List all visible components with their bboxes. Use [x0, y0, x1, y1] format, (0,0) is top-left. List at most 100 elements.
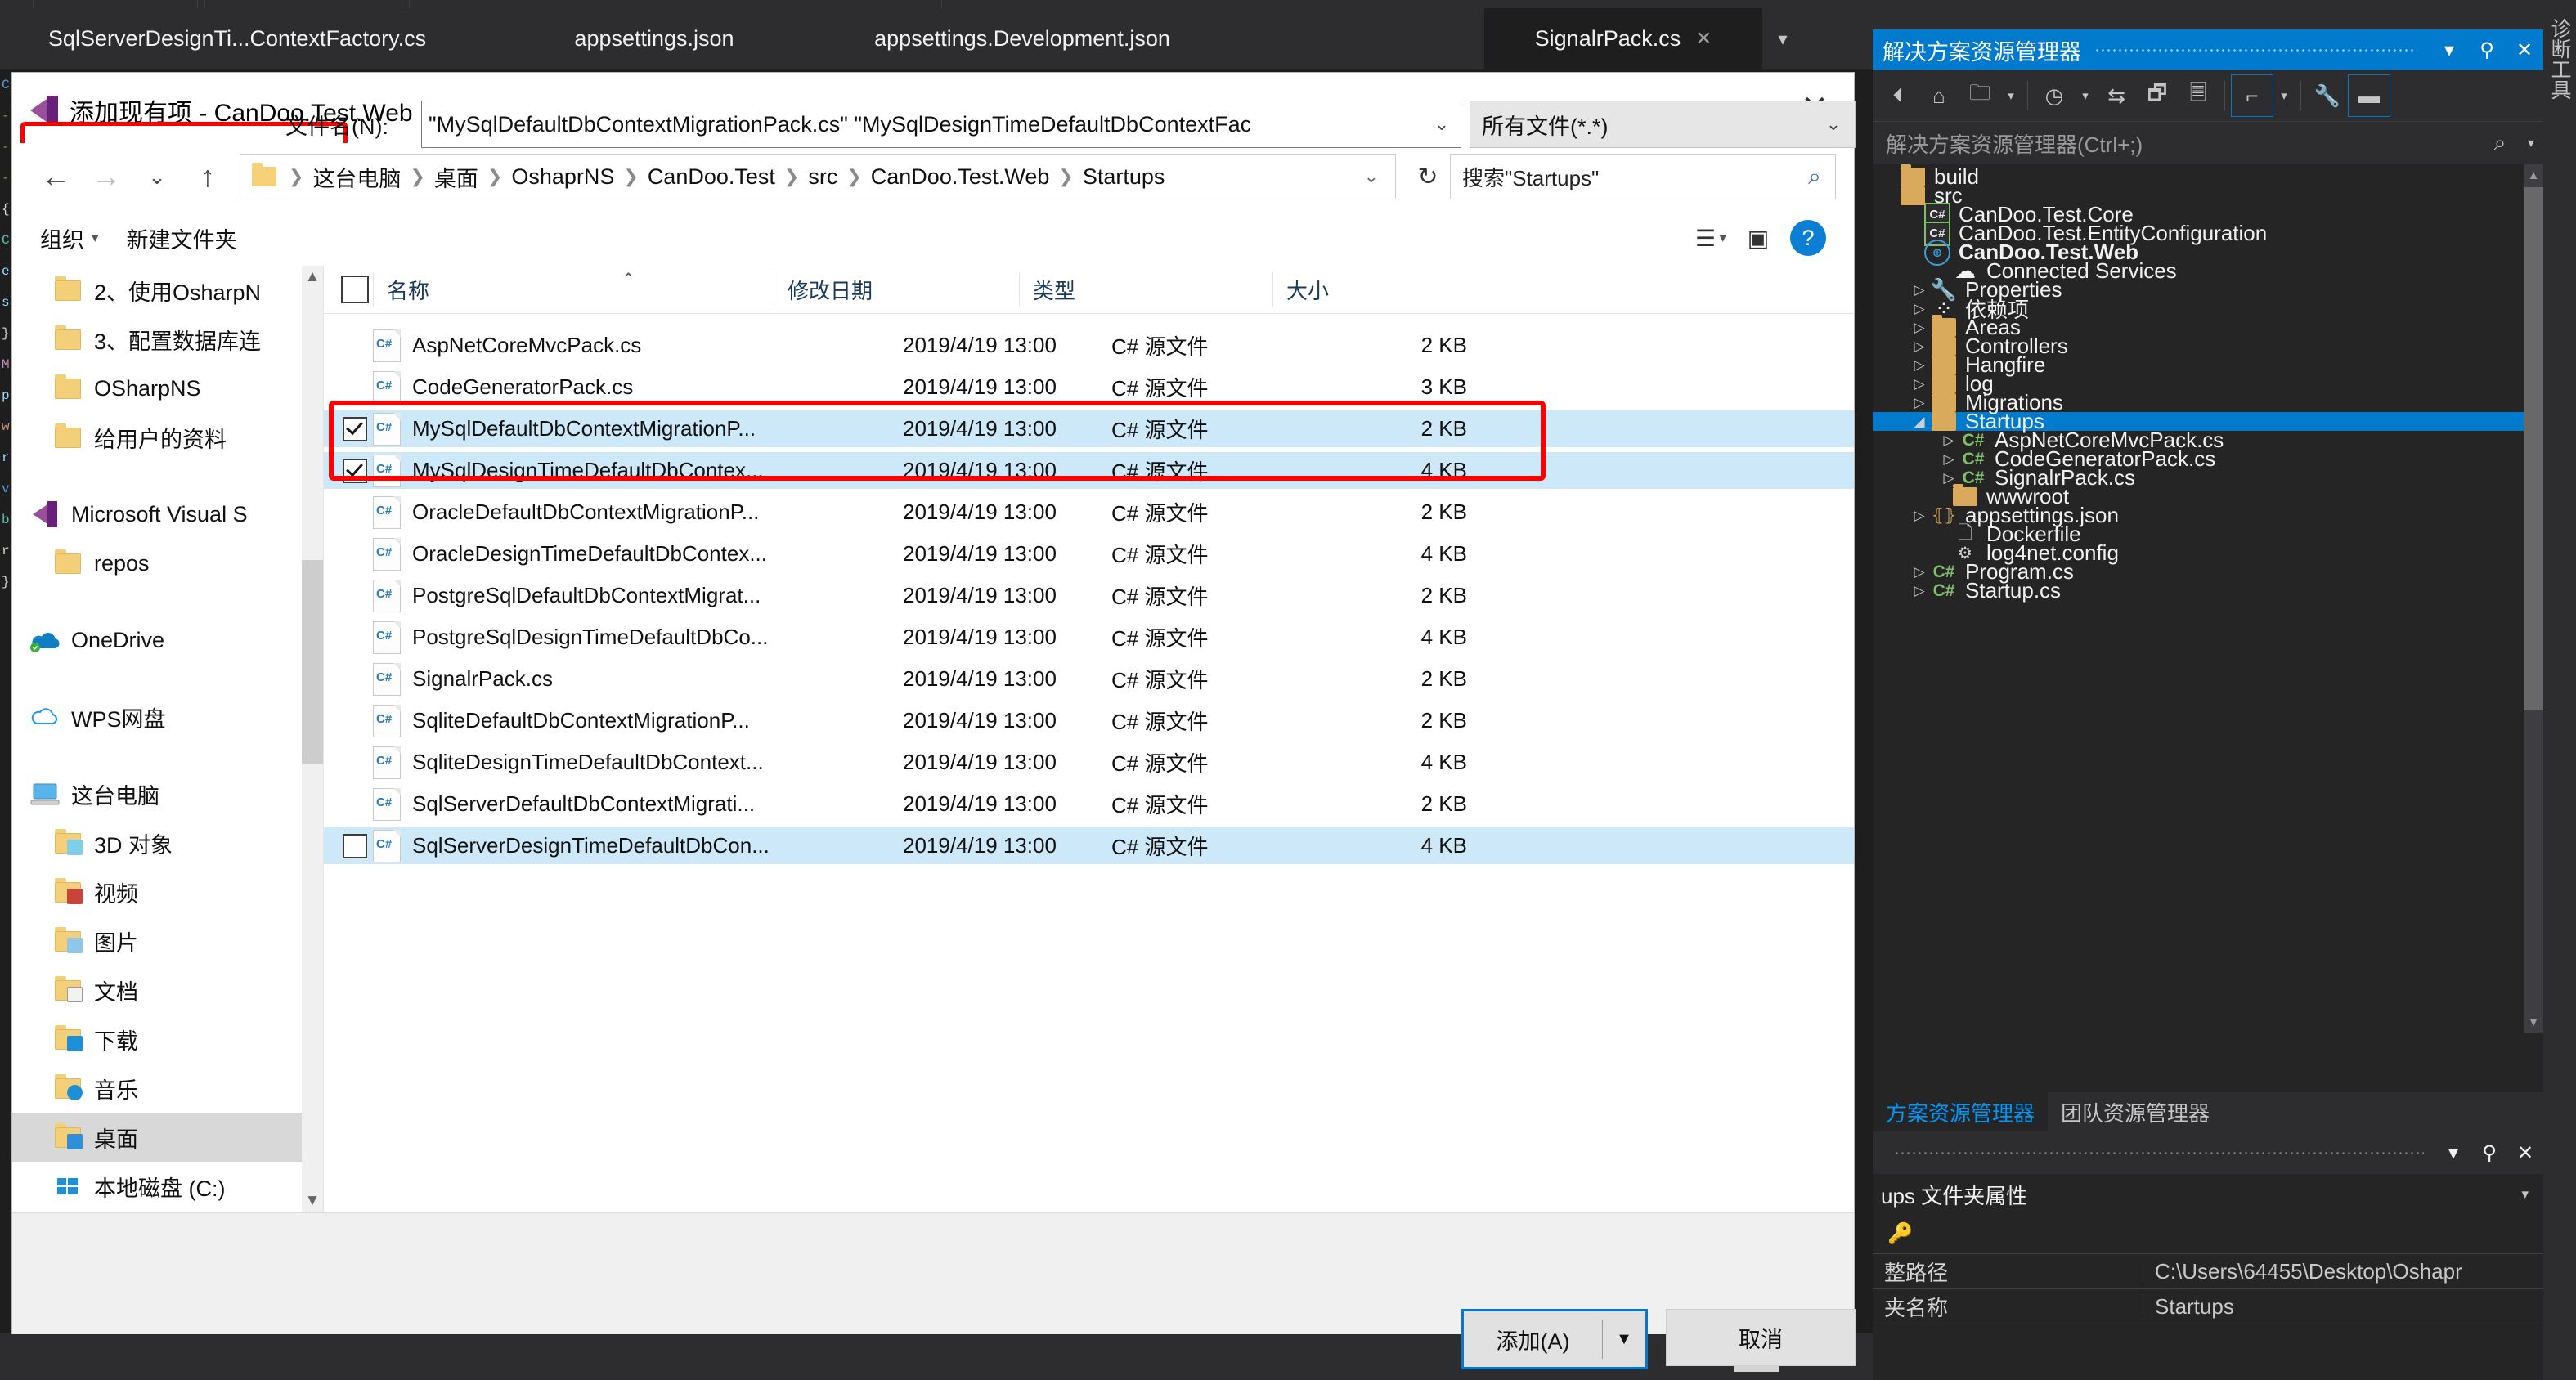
help-button[interactable]: ? [1790, 220, 1826, 256]
table-row[interactable]: SqlServerDesignTimeDefaultDbCon... 2019/… [324, 827, 1854, 864]
table-row[interactable]: OracleDefaultDbContextMigrationP... 2019… [324, 494, 1854, 531]
diagnostic-tools-rail[interactable]: 诊断工具 [2543, 0, 2576, 1380]
recent-locations-button[interactable]: ⌄ [132, 151, 182, 202]
table-row[interactable]: PostgreSqlDesignTimeDefaultDbCo... 2019/… [324, 619, 1854, 656]
chevron-down-icon[interactable]: ▾ [2519, 135, 2543, 151]
property-row[interactable]: 整路径 C:\Users\64455\Desktop\Oshapr [1873, 1254, 2543, 1289]
tab-team-explorer[interactable]: 团队资源管理器 [2048, 1092, 2223, 1131]
chevron-down-icon[interactable]: ▾ [2521, 1186, 2543, 1203]
place-item[interactable]: 2、使用OsharpN [12, 266, 323, 315]
window-menu-icon[interactable]: ▾ [2435, 1141, 2471, 1165]
table-row[interactable]: PostgreSqlDefaultDbContextMigrat... 2019… [324, 577, 1854, 614]
sync-with-active-document-icon[interactable]: ⇆ [2096, 75, 2137, 116]
table-row[interactable]: MySqlDesignTimeDefaultDbContex... 2019/4… [324, 452, 1854, 489]
place-item-this-pc[interactable]: 这台电脑 [12, 769, 323, 818]
tab-solution-explorer[interactable]: 方案资源管理器 [1873, 1092, 2049, 1131]
solution-explorer-search[interactable]: 解决方案资源管理器(Ctrl+;) ⌕ ▾ [1873, 121, 2543, 164]
navigation-pane-scrollbar[interactable]: ▲ ▼ [302, 266, 323, 1212]
breadcrumb-item-6[interactable]: Startups [1081, 164, 1167, 190]
chevron-down-icon[interactable]: ▾ [2075, 75, 2096, 116]
editor-tab-0[interactable]: SqlServerDesignTi...ContextFactory.cs [25, 8, 450, 69]
place-item-documents[interactable]: 文档 [12, 966, 323, 1015]
up-button[interactable]: ↑ [182, 151, 233, 202]
filename-input[interactable]: "MySqlDefaultDbContextMigrationPack.cs" … [421, 101, 1461, 148]
scroll-down-icon[interactable]: ▼ [302, 1190, 323, 1212]
expander-icon[interactable]: ▷ [1909, 320, 1930, 336]
chevron-down-icon[interactable]: ▾ [2000, 75, 2022, 116]
expander-icon[interactable]: ▷ [1909, 564, 1930, 580]
place-item-onedrive[interactable]: OneDrive [12, 616, 323, 665]
chevron-down-icon[interactable]: ▾ [1719, 230, 1726, 246]
expander-icon[interactable]: ▷ [1909, 301, 1930, 317]
row-checkbox[interactable] [337, 416, 373, 441]
expander-icon[interactable]: ▷ [1909, 357, 1930, 374]
file-type-filter-select[interactable]: 所有文件(*.*) ⌄ [1470, 101, 1856, 148]
drag-handle[interactable] [1894, 1150, 2424, 1155]
properties-icon[interactable]: 🔧 [2307, 75, 2348, 116]
breadcrumb-item-2[interactable]: OshaprNS [509, 164, 616, 190]
chevron-down-icon[interactable]: ▾ [92, 230, 99, 246]
show-all-files-icon[interactable]: ⌐ [2231, 74, 2273, 117]
pending-changes-icon[interactable]: ◷ [2034, 75, 2075, 116]
breadcrumb-dropdown-icon[interactable]: ⌄ [1348, 166, 1395, 187]
select-all-checkbox[interactable] [337, 273, 373, 306]
expander-icon[interactable]: ▷ [1909, 282, 1930, 298]
chevron-down-icon[interactable]: ⌄ [1423, 114, 1461, 135]
column-header-type[interactable]: 类型 [1019, 272, 1272, 307]
tree-item-startup-cs[interactable]: ▷ C# Startup.cs [1873, 578, 2543, 603]
editor-tab-2[interactable]: appsettings.Development.json [810, 8, 1235, 69]
expander-icon[interactable]: ◢ [1909, 414, 1930, 430]
expander-icon[interactable]: ▷ [1909, 376, 1930, 392]
tab-overflow-chevron-down-icon[interactable]: ▾ [1758, 8, 1807, 69]
table-row[interactable]: CodeGeneratorPack.cs 2019/4/19 13:00 C# … [324, 369, 1854, 405]
tree-item-dockerfile[interactable]: 🗋 Dockerfile [1873, 522, 2543, 546]
scroll-up-icon[interactable]: ▲ [302, 266, 323, 289]
editor-tab-1[interactable]: appsettings.json [540, 8, 769, 69]
chevron-down-icon[interactable]: ▼ [1603, 1330, 1645, 1349]
place-item-3d-objects[interactable]: 3D 对象 [12, 818, 323, 867]
place-item-visual-studio[interactable]: Microsoft Visual S [12, 490, 323, 539]
expander-icon[interactable]: ▷ [1909, 583, 1930, 599]
table-row[interactable]: MySqlDefaultDbContextMigrationP... 2019/… [324, 410, 1854, 447]
place-item[interactable]: 3、配置数据库连 [12, 315, 323, 364]
search-input[interactable]: 搜索"Startups" ⌕ [1450, 154, 1836, 199]
expander-icon[interactable]: ▷ [1938, 432, 1959, 449]
expander-icon[interactable]: ▷ [1909, 508, 1930, 524]
row-checkbox[interactable] [337, 458, 373, 483]
new-folder-view-icon[interactable]: 🗀 [1959, 75, 2000, 116]
property-row[interactable]: 夹名称 Startups [1873, 1289, 2543, 1324]
refresh-button[interactable]: ↻ [1406, 155, 1450, 199]
home-icon[interactable]: ⌂ [1919, 75, 1959, 116]
row-checkbox[interactable] [337, 833, 373, 858]
back-icon[interactable]: ⏴ [1878, 75, 1919, 116]
expander-icon[interactable]: ▷ [1909, 395, 1930, 411]
chevron-down-icon[interactable]: ▾ [2273, 75, 2295, 116]
breadcrumb-item-5[interactable]: CanDoo.Test.Web [869, 164, 1052, 190]
add-button[interactable]: 添加(A) ▼ [1461, 1309, 1648, 1369]
tree-item-build[interactable]: build [1873, 164, 2543, 189]
tree-item-wwwroot[interactable]: wwwroot [1873, 484, 2543, 509]
breadcrumb-item-0[interactable]: 这台电脑 [311, 161, 402, 193]
place-item-desktop[interactable]: 桌面 [12, 1113, 323, 1162]
cancel-button[interactable]: 取消 [1666, 1309, 1856, 1366]
place-item[interactable]: OSharpNS [12, 364, 323, 413]
place-item-videos[interactable]: 视频 [12, 867, 323, 916]
table-row[interactable]: SqliteDesignTimeDefaultDbContext... 2019… [324, 744, 1854, 781]
place-item-wps-cloud[interactable]: WPS网盘 [12, 692, 323, 742]
place-item-pictures[interactable]: 图片 [12, 916, 323, 966]
breadcrumb-item-4[interactable]: src [806, 164, 839, 190]
column-header-date[interactable]: 修改日期 [774, 272, 1019, 307]
solution-tree-scrollbar[interactable]: ▲ ▼ [2524, 164, 2543, 1033]
table-row[interactable]: SignalrPack.cs 2019/4/19 13:00 C# 源文件 2 … [324, 661, 1854, 697]
expander-icon[interactable]: ▷ [1909, 338, 1930, 355]
forward-button[interactable]: → [81, 151, 132, 202]
scroll-down-icon[interactable]: ▼ [2524, 1011, 2543, 1033]
column-header-name[interactable]: 名称 [373, 272, 774, 307]
organize-button[interactable]: 组织 [40, 222, 84, 254]
breadcrumb[interactable]: ❯ 这台电脑 ❯ 桌面 ❯ OshaprNS ❯ CanDoo.Test ❯ s… [240, 154, 1396, 199]
place-item[interactable]: 给用户的资料 [12, 413, 323, 462]
close-icon[interactable]: ✕ [2506, 38, 2543, 62]
drag-handle[interactable] [2094, 47, 2417, 52]
place-item-downloads[interactable]: 下载 [12, 1015, 323, 1064]
preview-pane-button[interactable]: ▣ [1726, 214, 1790, 262]
